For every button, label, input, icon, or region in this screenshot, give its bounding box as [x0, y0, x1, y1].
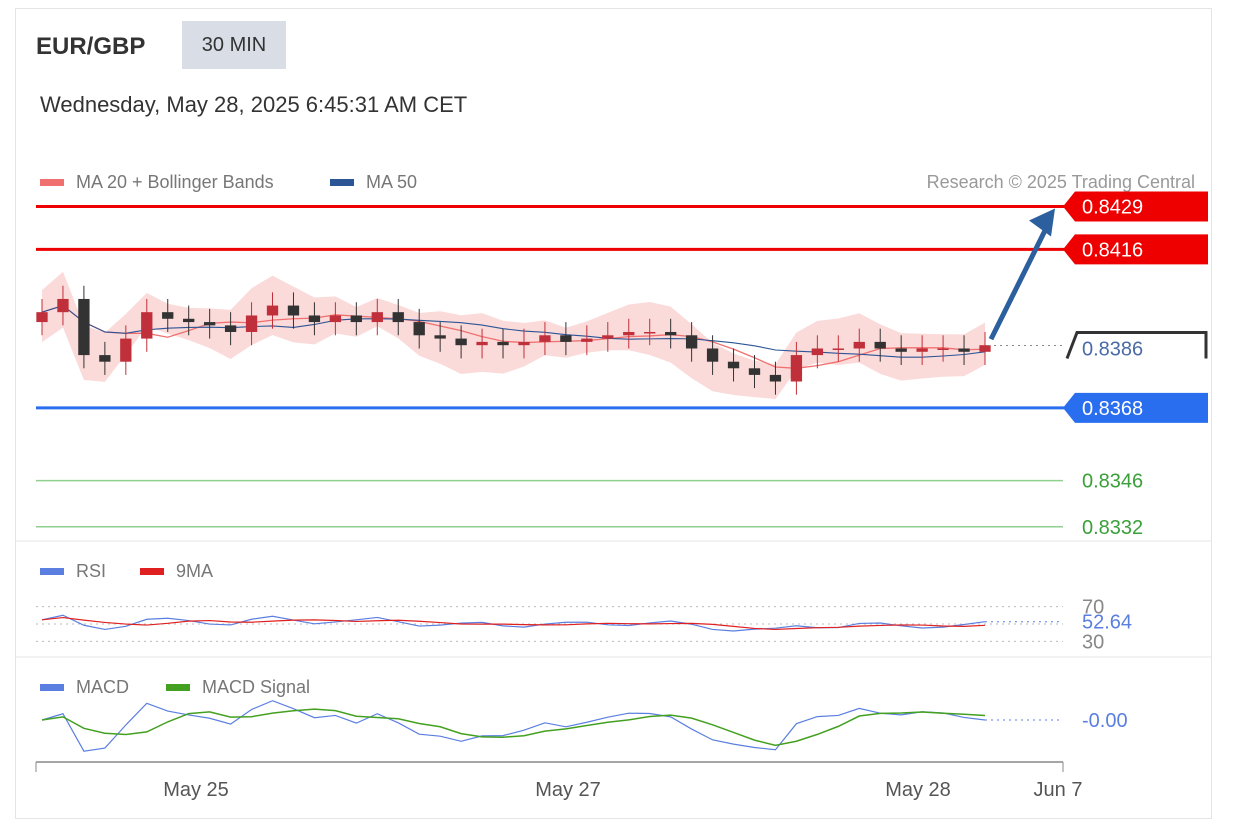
level-label-resistance: 0.8429	[1082, 197, 1143, 219]
candle-body	[36, 312, 48, 323]
candle-body	[434, 335, 446, 339]
macd-line	[41, 700, 986, 752]
candle-body	[706, 348, 719, 362]
candle-body	[581, 338, 593, 342]
forecast-arrow-shaft	[988, 225, 1050, 341]
candle-body	[203, 322, 216, 326]
rsi-line	[41, 614, 986, 632]
candle-body	[958, 348, 970, 352]
candle-body	[665, 331, 677, 336]
level-label-support: 0.8368	[1082, 398, 1143, 420]
candle-body	[623, 331, 635, 336]
candle-body	[287, 305, 300, 316]
candle-body	[937, 348, 949, 350]
candle-body	[916, 348, 928, 352]
macd-current-label: -0.00	[1082, 710, 1128, 732]
candle-body	[476, 341, 488, 346]
candle-body	[162, 312, 174, 319]
candle-body	[811, 348, 824, 356]
rsi-current-label: 52.64	[1082, 612, 1132, 634]
current-price-label: 0.8386	[1082, 338, 1143, 360]
candle-body	[602, 335, 614, 339]
candle-body	[78, 298, 90, 356]
candle-body	[560, 335, 572, 342]
candle-body	[748, 368, 761, 375]
candle-body	[727, 361, 740, 369]
x-tick-label: May 28	[885, 779, 951, 801]
level-label-target: 0.8346	[1082, 471, 1143, 493]
candle-body	[832, 348, 844, 350]
candle-body	[183, 318, 195, 323]
candle-body	[224, 325, 237, 332]
rsi-ma-line	[41, 616, 986, 631]
candle-body	[392, 312, 404, 323]
level-label-resistance: 0.8416	[1082, 239, 1143, 261]
candle-body	[539, 335, 551, 342]
candle-body	[874, 341, 886, 349]
x-tick-label: Jun 7	[1034, 779, 1083, 801]
candle-body	[518, 341, 530, 346]
candle-body	[120, 338, 132, 362]
candle-body	[413, 322, 425, 336]
price-chart: 0.84290.84160.83860.83680.83460.83327030…	[16, 191, 1212, 801]
candle-body	[99, 355, 111, 362]
candle-body	[853, 341, 865, 349]
candle-body	[57, 298, 69, 313]
candle-body	[979, 345, 991, 352]
x-tick-label: May 25	[163, 779, 229, 801]
candle-body	[685, 335, 698, 349]
level-label-target: 0.8332	[1082, 517, 1143, 539]
candle-body	[350, 315, 362, 323]
candle-body	[308, 315, 321, 323]
candle-body	[790, 355, 803, 382]
candle-body	[371, 312, 383, 323]
x-tick-label: May 27	[535, 779, 601, 801]
rsi-level-label: 30	[1082, 631, 1104, 653]
candle-body	[644, 331, 656, 334]
candle-body	[895, 348, 907, 352]
candle-body	[329, 315, 342, 323]
candle-body	[245, 315, 258, 332]
candle-body	[455, 338, 467, 346]
candle-body	[769, 374, 782, 382]
candle-body	[266, 305, 279, 316]
bollinger-band	[42, 271, 985, 400]
candle-body	[141, 312, 153, 339]
candle-body	[497, 341, 509, 346]
